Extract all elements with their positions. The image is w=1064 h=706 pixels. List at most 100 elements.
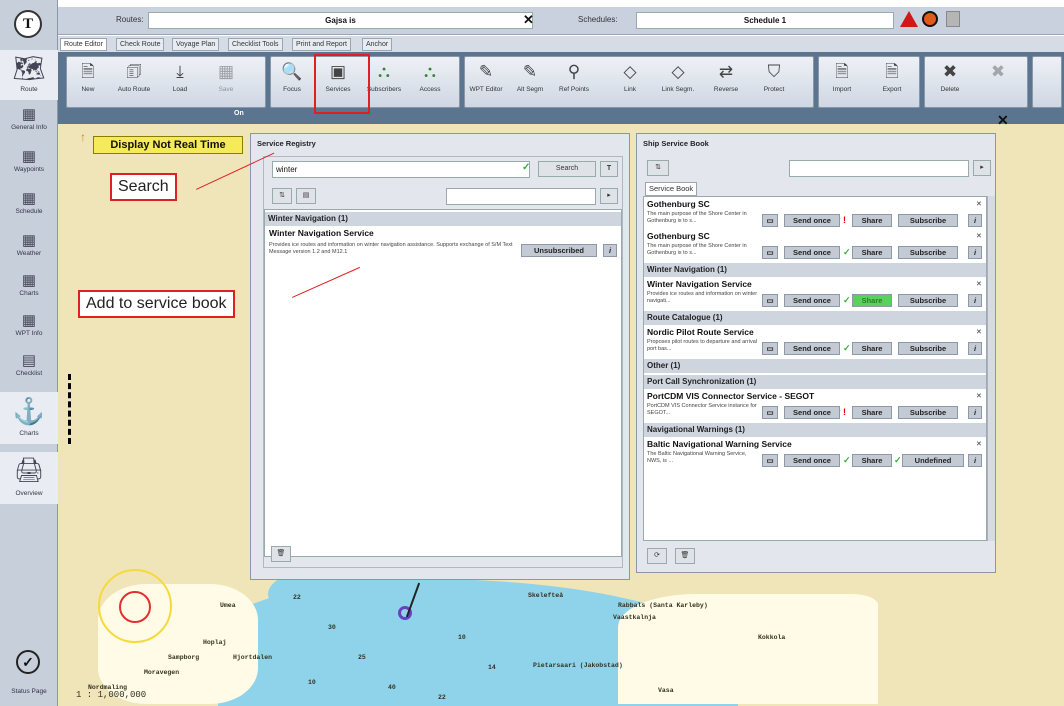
sidebar-item-overview[interactable]: 🖨 Overview (0, 452, 58, 504)
info-icon[interactable]: i (968, 294, 982, 307)
sidebar-item-general-info[interactable]: ▦ General Info (0, 106, 58, 131)
tab-service-book[interactable]: Service Book (645, 182, 698, 196)
tab-voyage-plan[interactable]: Voyage Plan (172, 38, 220, 51)
subscribe-button[interactable]: Subscribe (898, 246, 958, 259)
send-once-button[interactable]: Send once (784, 454, 840, 467)
registry-delete-icon[interactable]: 🗑 (271, 546, 291, 562)
subscribe-button[interactable]: Subscribe (898, 342, 958, 355)
share-button[interactable]: Share (852, 214, 892, 227)
ref-points-button[interactable]: ⚲ Ref Points (555, 59, 593, 105)
book-sort-icon[interactable]: ⇅ (647, 160, 669, 176)
map-scale: 1 : 1,000,000 (76, 690, 147, 700)
book-filter-input[interactable] (789, 160, 969, 177)
list-view-icon[interactable]: ▤ (296, 188, 316, 204)
book-go-icon[interactable]: ▸ (973, 160, 991, 176)
send-once-button[interactable]: Send once (784, 246, 840, 259)
sidebar-item-charts[interactable]: ▦ Charts (0, 272, 58, 297)
wpt-editor-button[interactable]: ✎ WPT Editor (467, 59, 505, 105)
tab-print-report[interactable]: Print and Report (292, 38, 351, 51)
service-book-group-header: Route Catalogue (1) (644, 311, 986, 325)
tab-check-route[interactable]: Check Route (116, 38, 165, 51)
send-once-button[interactable]: Send once (784, 294, 840, 307)
message-icon[interactable]: ▭ (762, 214, 778, 227)
message-icon[interactable]: ▭ (762, 454, 778, 467)
auto-route-button[interactable]: 🗊 Auto Route (115, 59, 153, 105)
remove-item-icon[interactable]: ✕ (976, 328, 982, 336)
link-segm-button[interactable]: ◇ Link Segm. (659, 59, 697, 105)
status-check-icon[interactable]: ✓ (16, 650, 40, 674)
sidebar-item-checklist[interactable]: ▤ Checklist (0, 352, 58, 377)
new-button[interactable]: 🗎 New (69, 59, 107, 105)
tab-anchor[interactable]: Anchor (362, 38, 393, 51)
search-button[interactable]: Search (538, 161, 596, 177)
share-button[interactable]: Share (852, 342, 892, 355)
filter-icon[interactable]: T (600, 161, 618, 177)
acknowledge-icon[interactable] (946, 11, 960, 27)
alt-segm-button[interactable]: ✎ Alt Segm (511, 59, 549, 105)
route-select[interactable]: Gajsa is (148, 12, 533, 29)
access-button[interactable]: ⛬ Access (411, 59, 449, 105)
sidebar-item-wpt-info[interactable]: ▦ WPT Info (0, 312, 58, 337)
book-delete-icon[interactable]: 🗑 (675, 548, 695, 564)
link-button[interactable]: ◇ Link (611, 59, 649, 105)
refresh-icon[interactable]: ⟳ (647, 548, 667, 564)
tab-checklist-tools[interactable]: Checklist Tools (228, 38, 283, 51)
reverse-button[interactable]: ⇄ Reverse (707, 59, 745, 105)
subscribers-button[interactable]: ⛬ Subscribers (365, 59, 403, 105)
remove-item-icon[interactable]: ✕ (976, 200, 982, 208)
share-button[interactable]: Share (852, 406, 892, 419)
save-button[interactable]: ▦ Save (207, 59, 245, 105)
remove-item-icon[interactable]: ✕ (976, 232, 982, 240)
share-button[interactable]: Share (852, 294, 892, 307)
subscribe-button[interactable]: Subscribe (898, 294, 958, 307)
alarm-triangle-icon[interactable] (900, 11, 918, 27)
sidebar-item-weather[interactable]: ▦ Weather (0, 232, 58, 257)
registry-go-icon[interactable]: ▸ (600, 188, 618, 204)
subscribe-button[interactable]: Subscribe (898, 406, 958, 419)
remove-item-icon[interactable]: ✕ (976, 440, 982, 448)
registry-search-input[interactable]: winter (272, 161, 530, 178)
remove-item-icon[interactable]: ✕ (976, 280, 982, 288)
delete-button[interactable]: ✖ Delete (931, 59, 969, 105)
info-icon[interactable]: i (968, 246, 982, 259)
message-icon[interactable]: ▭ (762, 342, 778, 355)
info-icon[interactable]: i (968, 342, 982, 355)
sound-icon[interactable] (922, 11, 938, 27)
sort-icon[interactable]: ⇅ (272, 188, 292, 204)
registry-filter-input[interactable] (446, 188, 596, 205)
clear-route-icon[interactable]: ✕ (523, 12, 534, 28)
sidebar-item-waypoints[interactable]: ▦ Waypoints (0, 148, 58, 173)
remove-item-icon[interactable]: ✕ (976, 392, 982, 400)
message-icon[interactable]: ▭ (762, 294, 778, 307)
import-button[interactable]: 🗎 Import (823, 59, 861, 105)
schedule-select[interactable]: Schedule 1 (636, 12, 894, 29)
info-icon[interactable]: i (603, 244, 617, 257)
send-once-button[interactable]: Send once (784, 406, 840, 419)
reverse-icon: ⇄ (718, 62, 734, 81)
share-button[interactable]: Share (852, 246, 892, 259)
load-button[interactable]: ⤓ Load (161, 59, 199, 105)
unsubscribed-button[interactable]: Unsubscribed (521, 244, 597, 257)
subscribe-button[interactable]: Undefined (902, 454, 964, 467)
delete-secondary-button[interactable]: ✖ (979, 59, 1017, 105)
export-button[interactable]: 🗎 Export (873, 59, 911, 105)
focus-button[interactable]: 🔍 Focus (273, 59, 311, 105)
send-once-button[interactable]: Send once (784, 214, 840, 227)
message-icon[interactable]: ▭ (762, 246, 778, 259)
status-page-label[interactable]: Status Page (0, 688, 58, 695)
send-once-button[interactable]: Send once (784, 342, 840, 355)
tab-route-editor[interactable]: Route Editor (60, 38, 107, 51)
overflow-tool-group[interactable] (1032, 56, 1062, 108)
info-icon[interactable]: i (968, 454, 982, 467)
subscribe-button[interactable]: Subscribe (898, 214, 958, 227)
protect-button[interactable]: ⛉ Protect (755, 59, 793, 105)
share-button[interactable]: Share (852, 454, 892, 467)
info-icon[interactable]: i (968, 214, 982, 227)
info-icon[interactable]: i (968, 406, 982, 419)
service-book-scrollbar[interactable] (987, 196, 995, 541)
sidebar-item-schedule[interactable]: ▦ Schedule (0, 190, 58, 215)
sidebar-item-charts-large[interactable]: ⚓ Charts (0, 392, 58, 444)
message-icon[interactable]: ▭ (762, 406, 778, 419)
sidebar-item-route[interactable]: 🗺 Route (0, 50, 58, 100)
close-panels-icon[interactable]: ✕ (997, 112, 1009, 129)
